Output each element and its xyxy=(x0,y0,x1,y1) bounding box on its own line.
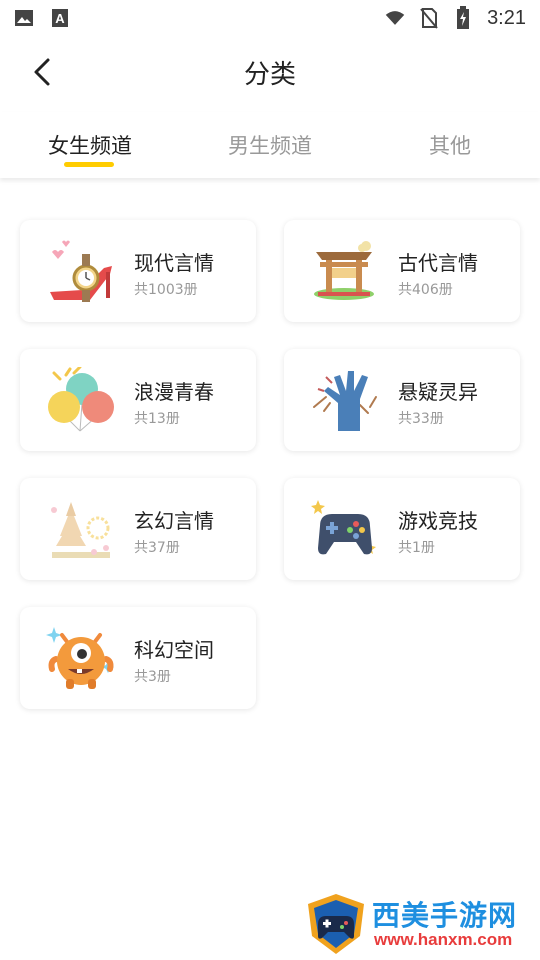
high-heel-watch-icon xyxy=(46,238,116,304)
category-card-suspense[interactable]: 悬疑灵异 共33册 xyxy=(284,349,520,451)
category-name: 玄幻言情 xyxy=(134,509,214,533)
font-a-icon: A xyxy=(50,8,70,28)
no-sim-icon xyxy=(419,8,439,29)
category-count: 共1003册 xyxy=(134,282,198,298)
zombie-hand-icon xyxy=(310,367,380,433)
alien-monster-icon xyxy=(46,625,116,691)
watermark-url: www.hanxm.com xyxy=(374,930,513,949)
watermark: 西美手游网 www.hanxm.com xyxy=(300,888,540,960)
shield-logo-icon xyxy=(304,892,368,956)
status-bar: A 3:21 xyxy=(0,0,540,36)
category-card-gaming[interactable]: 游戏竞技 共1册 xyxy=(284,478,520,580)
category-count: 共406册 xyxy=(398,282,453,298)
balloons-icon xyxy=(46,365,116,433)
category-count: 共13册 xyxy=(134,411,180,427)
page-title: 分类 xyxy=(243,60,296,90)
tab-female[interactable]: 女生频道 xyxy=(0,130,180,160)
active-tab-indicator xyxy=(64,162,114,167)
tab-male[interactable]: 男生频道 xyxy=(180,130,360,160)
category-count: 共1册 xyxy=(398,540,435,556)
category-name: 游戏竞技 xyxy=(398,509,478,533)
gamepad-icon xyxy=(310,496,380,562)
category-count: 共3册 xyxy=(134,669,171,685)
tab-other[interactable]: 其他 xyxy=(360,130,540,160)
category-card-modern-romance[interactable]: 现代言情 共1003册 xyxy=(20,220,256,322)
category-name: 浪漫青春 xyxy=(134,380,214,404)
category-count: 共33册 xyxy=(398,411,444,427)
status-time: 3:21 xyxy=(487,6,526,29)
category-name: 古代言情 xyxy=(398,251,478,275)
wifi-icon xyxy=(385,8,405,28)
pagoda-icon xyxy=(46,496,116,562)
category-name: 悬疑灵异 xyxy=(398,380,478,404)
battery-charging-icon xyxy=(453,6,473,29)
category-count: 共37册 xyxy=(134,540,180,556)
image-icon xyxy=(14,8,34,28)
category-card-youth-romance[interactable]: 浪漫青春 共13册 xyxy=(20,349,256,451)
category-name: 现代言情 xyxy=(134,251,214,275)
title-bar: 分类 xyxy=(0,36,540,108)
category-card-scifi[interactable]: 科幻空间 共3册 xyxy=(20,607,256,709)
watermark-title: 西美手游网 xyxy=(372,899,518,932)
svg-text:A: A xyxy=(55,11,65,26)
category-name: 科幻空间 xyxy=(134,638,214,662)
category-card-ancient-romance[interactable]: 古代言情 共406册 xyxy=(284,220,520,322)
channel-tabs: 女生频道 男生频道 其他 xyxy=(0,112,540,178)
category-card-fantasy-romance[interactable]: 玄幻言情 共37册 xyxy=(20,478,256,580)
ancient-gate-icon xyxy=(310,238,380,304)
